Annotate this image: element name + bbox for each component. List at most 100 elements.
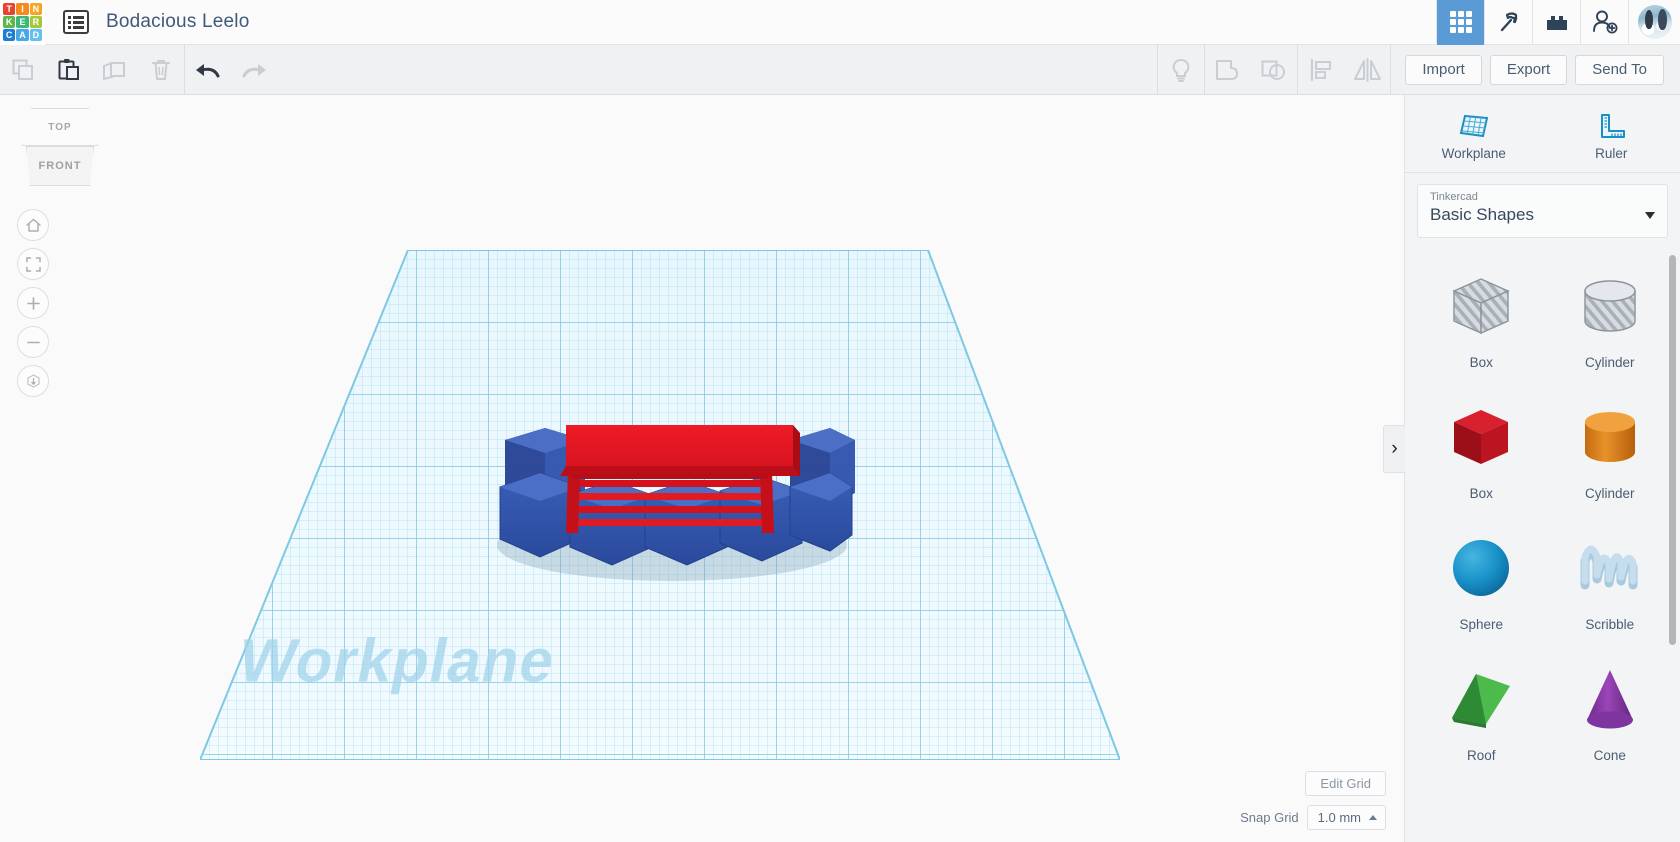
shape-label: Cone xyxy=(1593,748,1626,763)
hammer-icon xyxy=(1500,12,1517,32)
tinkercad-logo[interactable]: T I N K E R C A D xyxy=(0,0,45,45)
hint-button[interactable] xyxy=(1158,45,1204,95)
logo-tile-0: T xyxy=(3,2,16,15)
ungroup-button[interactable] xyxy=(1251,45,1297,95)
tinkercad-app: T I N K E R C A D Bodacious Leelo Import… xyxy=(0,0,1680,842)
person-add-icon xyxy=(1592,10,1617,34)
snap-grid-select[interactable]: 1.0 mm xyxy=(1306,805,1386,830)
shape-grid: Box Cylinder Box Cylinder Sphere Scribbl… xyxy=(1405,245,1680,842)
pyramid-icon xyxy=(1442,650,1520,748)
home-view-button[interactable] xyxy=(17,209,49,241)
send-to-button[interactable]: Send To xyxy=(1575,54,1664,85)
cube-icon xyxy=(1442,388,1520,486)
mirror-flip-icon xyxy=(1354,57,1382,82)
shape-library-select[interactable]: Tinkercad Basic Shapes xyxy=(1417,184,1668,238)
duplicate-icon xyxy=(103,61,125,80)
view-cube-top-face[interactable]: TOP xyxy=(22,108,98,146)
scribble-icon xyxy=(1571,519,1649,617)
shape-scribble[interactable]: Scribble xyxy=(1546,519,1675,650)
cube-perspective-icon xyxy=(26,373,40,388)
mirror-button[interactable] xyxy=(1344,45,1390,95)
logo-tile-8: D xyxy=(29,29,42,42)
shape-cylinder-hole[interactable]: Cylinder xyxy=(1546,257,1675,388)
shape-box-solid[interactable]: Box xyxy=(1417,388,1546,519)
grid-icon xyxy=(1449,11,1472,33)
align-tool-group xyxy=(1298,45,1390,95)
duplicate-button[interactable] xyxy=(92,45,138,95)
shape-label: Roof xyxy=(1466,748,1496,763)
fit-to-view-button[interactable] xyxy=(17,248,49,280)
delete-button[interactable] xyxy=(138,45,184,95)
shape-label: Cylinder xyxy=(1584,355,1635,370)
chevron-down-icon xyxy=(1645,212,1655,219)
undo-button[interactable] xyxy=(185,45,231,95)
workplane-tool-label: Workplane xyxy=(1441,146,1506,161)
shape-cylinder-solid[interactable]: Cylinder xyxy=(1546,388,1675,519)
perspective-toggle-button[interactable] xyxy=(17,365,49,397)
view-cube-front-face[interactable]: FRONT xyxy=(26,146,94,186)
snap-grid-value: 1.0 mm xyxy=(1317,810,1361,825)
designs-grid-button[interactable] xyxy=(1436,0,1484,45)
panel-collapse-button[interactable]: › xyxy=(1383,425,1405,473)
list-menu-icon[interactable] xyxy=(63,10,89,34)
user-avatar-button[interactable] xyxy=(1628,0,1680,45)
export-button[interactable]: Export xyxy=(1489,54,1568,85)
edit-toolbar: Import Export Send To xyxy=(0,44,1680,95)
workplane-tool[interactable]: Workplane xyxy=(1405,95,1543,172)
logo-tile-4: E xyxy=(16,15,29,29)
edit-grid-button[interactable]: Edit Grid xyxy=(1305,771,1386,796)
page-title[interactable]: Bodacious Leelo xyxy=(106,11,250,33)
top-bar: T I N K E R C A D Bodacious Leelo xyxy=(0,0,1680,45)
ruler-tool[interactable]: Ruler xyxy=(1543,95,1680,172)
brick-icon xyxy=(1546,16,1567,30)
shape-sphere[interactable]: Sphere xyxy=(1417,519,1546,650)
view-cube[interactable]: TOP FRONT xyxy=(22,108,98,188)
group-tool-group xyxy=(1205,45,1297,95)
bench-strut xyxy=(572,474,768,479)
bench-leg-left xyxy=(566,471,580,533)
blocks-button[interactable] xyxy=(1532,0,1580,45)
striped-cube-icon xyxy=(1442,257,1520,355)
fit-frame-icon xyxy=(25,256,41,272)
shape-roof[interactable]: Roof xyxy=(1417,650,1546,781)
shape-box-hole[interactable]: Box xyxy=(1417,257,1546,388)
tinker-tool-button[interactable] xyxy=(1484,0,1532,45)
sphere-icon xyxy=(1442,519,1520,617)
import-button[interactable]: Import xyxy=(1405,54,1482,85)
align-button[interactable] xyxy=(1298,45,1344,95)
shapes-panel: › Workplane Ruler Tinkercad Basic Shapes… xyxy=(1383,95,1680,842)
home-icon xyxy=(25,218,41,232)
model-3d[interactable] xyxy=(0,95,1404,842)
edit-tool-group xyxy=(0,45,184,95)
library-collection-label: Basic Shapes xyxy=(1430,205,1534,224)
group-button[interactable] xyxy=(1205,45,1251,95)
logo-tile-3: K xyxy=(3,15,16,29)
grid-controls: Edit Grid Snap Grid 1.0 mm xyxy=(1240,771,1386,830)
shape-cone[interactable]: Cone xyxy=(1546,650,1675,781)
design-canvas[interactable]: Workplane TOP FRONT Edit Grid Snap Grid … xyxy=(0,95,1404,842)
bench-top xyxy=(560,425,800,476)
view-nav-buttons xyxy=(17,209,49,404)
invite-user-button[interactable] xyxy=(1580,0,1628,45)
zoom-out-button[interactable] xyxy=(17,326,49,358)
striped-cylinder-icon xyxy=(1571,257,1649,355)
toolbar-divider-5 xyxy=(1390,44,1392,95)
logo-tile-1: I xyxy=(16,2,29,15)
logo-tile-6: C xyxy=(3,29,16,42)
align-icon xyxy=(1311,58,1332,81)
shape-label: Cylinder xyxy=(1584,486,1635,501)
zoom-in-button[interactable] xyxy=(17,287,49,319)
workplane-grid-icon xyxy=(1459,114,1488,138)
ruler-tool-label: Ruler xyxy=(1595,146,1628,161)
shape-label: Scribble xyxy=(1585,617,1635,632)
undo-arrow-icon xyxy=(196,63,220,77)
ruler-icon xyxy=(1601,114,1626,138)
copy-button[interactable] xyxy=(0,45,46,95)
redo-button[interactable] xyxy=(231,45,277,95)
paste-button[interactable] xyxy=(46,45,92,95)
snap-grid-label: Snap Grid xyxy=(1240,810,1299,825)
cone-icon xyxy=(1571,650,1649,748)
minus-icon xyxy=(26,341,40,343)
shape-panel-scrollbar[interactable] xyxy=(1669,255,1676,645)
logo-tile-7: A xyxy=(16,29,29,42)
